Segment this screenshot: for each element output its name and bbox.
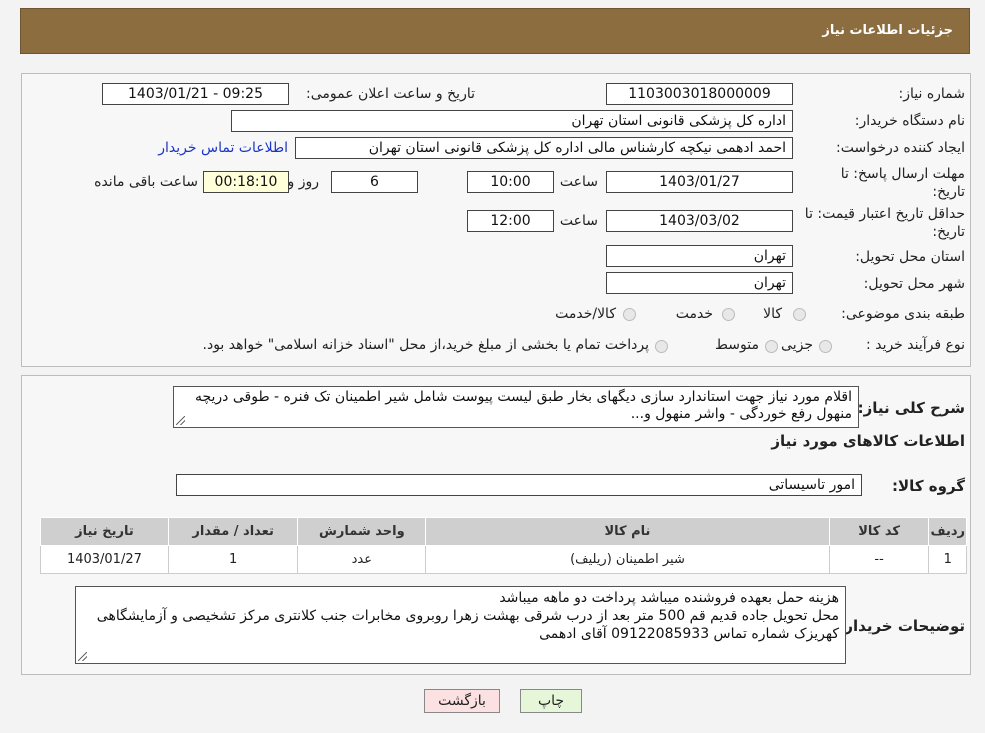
validity-time-field: 12:00	[467, 210, 554, 232]
cell-row: 1	[928, 545, 967, 574]
validity-date-field: 1403/03/02	[606, 210, 793, 232]
buyer-org-label: نام دستگاه خریدار:	[854, 113, 965, 129]
buyer-notes-line-1: هزینه حمل بعهده فروشنده میباشد پرداخت دو…	[499, 590, 839, 606]
requester-label: ایجاد کننده درخواست:	[836, 140, 965, 156]
cell-name: شیر اطمینان (ریلیف)	[425, 545, 830, 574]
page-header: جزئیات اطلاعات نیاز	[20, 8, 970, 54]
announce-field: 1403/01/21 - 09:25	[102, 83, 289, 105]
col-date: تاریخ نیاز	[40, 517, 169, 546]
process-medium-radio[interactable]	[765, 340, 778, 353]
need-number-label: شماره نیاز:	[898, 86, 966, 102]
resize-grip-icon[interactable]	[78, 652, 87, 661]
deadline-label: مهلت ارسال پاسخ: تا	[840, 166, 965, 182]
col-row: ردیف	[928, 517, 967, 546]
buyer-notes-label: توضیحات خریدار:	[838, 617, 965, 635]
col-code: کد کالا	[828, 517, 930, 546]
treasury-payment-note: پرداخت تمام یا بخشی از مبلغ خرید،از محل …	[202, 337, 649, 353]
category-label: طبقه بندی موضوعی:	[841, 306, 965, 322]
city-field: تهران	[606, 272, 793, 294]
description-label: شرح کلی نیاز:	[857, 399, 965, 417]
buyer-contact-link[interactable]: اطلاعات تماس خریدار	[158, 140, 288, 156]
deadline-date-field: 1403/01/27	[606, 171, 793, 193]
deadline-time-field: 10:00	[467, 171, 554, 193]
description-textarea[interactable]: اقلام مورد نیاز جهت استاندارد سازی دیگها…	[173, 386, 859, 428]
validity-time-label: ساعت	[559, 213, 598, 229]
col-unit: واحد شمارش	[297, 517, 427, 546]
table-row: 1 -- شیر اطمینان (ریلیف) عدد 1 1403/01/2…	[40, 545, 967, 574]
category-service-radio[interactable]	[722, 308, 735, 321]
need-number-field: 1103003018000009	[606, 83, 793, 105]
province-field: تهران	[606, 245, 793, 267]
validity-label-date: تاریخ:	[932, 224, 965, 240]
col-name: نام کالا	[425, 517, 830, 546]
resize-grip-icon[interactable]	[176, 416, 185, 425]
announce-label: تاریخ و ساعت اعلان عمومی:	[306, 86, 475, 102]
category-goods-service-label: کالا/خدمت	[555, 306, 616, 322]
cell-qty: 1	[167, 545, 299, 574]
cell-code: --	[828, 545, 930, 574]
remaining-time-field: 00:18:10	[203, 171, 289, 193]
city-label: شهر محل تحویل:	[863, 276, 965, 292]
category-goods-service-radio[interactable]	[623, 308, 636, 321]
process-label: نوع فرآیند خرید :	[866, 337, 965, 353]
items-table-header: ردیف کد کالا نام کالا واحد شمارش تعداد /…	[40, 517, 967, 546]
buyer-notes-line-2: محل تحویل جاده قدیم قم 500 متر بعد از در…	[96, 608, 839, 642]
items-section-title: اطلاعات کالاهای مورد نیاز	[771, 432, 965, 450]
category-service-label: خدمت	[675, 306, 713, 322]
requester-field: احمد ادهمی نیکچه کارشناس مالی اداره کل پ…	[295, 137, 793, 159]
process-partial-label: جزیی	[781, 337, 813, 353]
process-partial-radio[interactable]	[819, 340, 832, 353]
cell-unit: عدد	[297, 545, 427, 574]
back-button[interactable]: بازگشت	[424, 689, 500, 713]
treasury-payment-checkbox[interactable]	[655, 340, 668, 353]
deadline-time-label: ساعت	[559, 174, 598, 190]
days-label: روز و	[287, 174, 320, 190]
print-button[interactable]: چاپ	[520, 689, 582, 713]
process-medium-label: متوسط	[715, 337, 759, 353]
category-goods-radio[interactable]	[793, 308, 806, 321]
items-table: ردیف کد کالا نام کالا واحد شمارش تعداد /…	[40, 517, 967, 574]
remaining-label: ساعت باقی مانده	[94, 174, 198, 190]
deadline-label-date: تاریخ:	[932, 184, 965, 200]
validity-label: حداقل تاریخ اعتبار قیمت: تا	[804, 206, 965, 222]
buyer-org-field: اداره کل پزشکی قانونی استان تهران	[231, 110, 793, 132]
col-qty: تعداد / مقدار	[167, 517, 299, 546]
buyer-notes-textarea[interactable]: هزینه حمل بعهده فروشنده میباشد پرداخت دو…	[75, 586, 846, 664]
goods-group-field: امور تاسیساتی	[176, 474, 862, 496]
days-field: 6	[331, 171, 418, 193]
description-text: اقلام مورد نیاز جهت استاندارد سازی دیگها…	[194, 389, 852, 422]
cell-date: 1403/01/27	[40, 545, 169, 574]
category-goods-label: کالا	[763, 306, 782, 322]
province-label: استان محل تحویل:	[855, 249, 965, 265]
goods-group-label: گروه کالا:	[892, 477, 965, 495]
page-title: جزئیات اطلاعات نیاز	[822, 23, 953, 38]
